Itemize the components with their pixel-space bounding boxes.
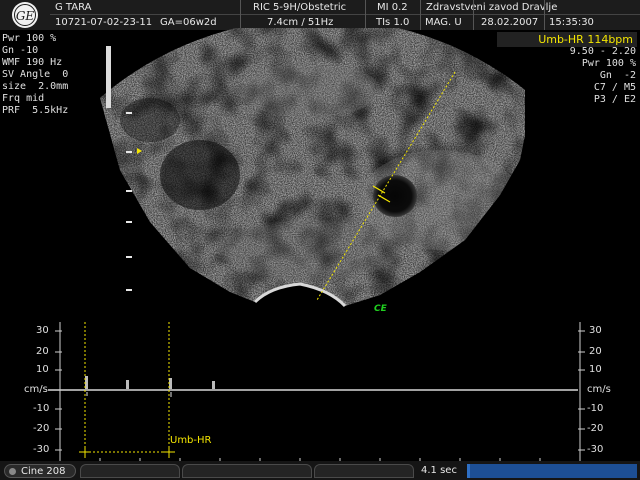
- sweep-time-label: 4.1 sec: [421, 465, 457, 476]
- scale-right-neg20: -20: [587, 423, 604, 434]
- scale-left-neg10: -10: [33, 403, 50, 414]
- scale-left-20: 20: [36, 346, 49, 357]
- ce-marker: CE: [374, 304, 388, 314]
- softkey-tab-2[interactable]: [182, 464, 312, 478]
- scale-right-10: 10: [589, 364, 602, 375]
- doppler-right-axis: [578, 322, 585, 460]
- cine-dot-icon: [9, 468, 16, 475]
- scale-left-10: 10: [36, 364, 49, 375]
- softkey-tab-3[interactable]: [314, 464, 414, 478]
- scale-left-neg20: -20: [33, 423, 50, 434]
- scale-right-30: 30: [589, 325, 602, 336]
- grayscale-bar: [106, 46, 111, 108]
- doppler-waveform: [85, 376, 215, 397]
- doppler-left-axis: [55, 322, 62, 460]
- cine-progress-bar[interactable]: [467, 464, 637, 478]
- scale-left-neg30: -30: [33, 444, 50, 455]
- scale-right-unit: cm/s: [587, 384, 611, 395]
- cine-label: Cine 208: [21, 466, 66, 477]
- scale-right-neg30: -30: [587, 444, 604, 455]
- scale-left-unit: cm/s: [24, 384, 48, 395]
- bmode-sector: [100, 28, 525, 307]
- scale-left-30: 30: [36, 325, 49, 336]
- scale-right-neg10: -10: [587, 403, 604, 414]
- cine-button[interactable]: Cine 208: [4, 464, 76, 478]
- ultrasound-image: CE Umb-HR: [48, 28, 585, 462]
- caliper-label: Umb-HR: [170, 435, 212, 446]
- softkey-tab-1[interactable]: [80, 464, 180, 478]
- scale-right-20: 20: [589, 346, 602, 357]
- cine-progress-fill: [467, 464, 471, 478]
